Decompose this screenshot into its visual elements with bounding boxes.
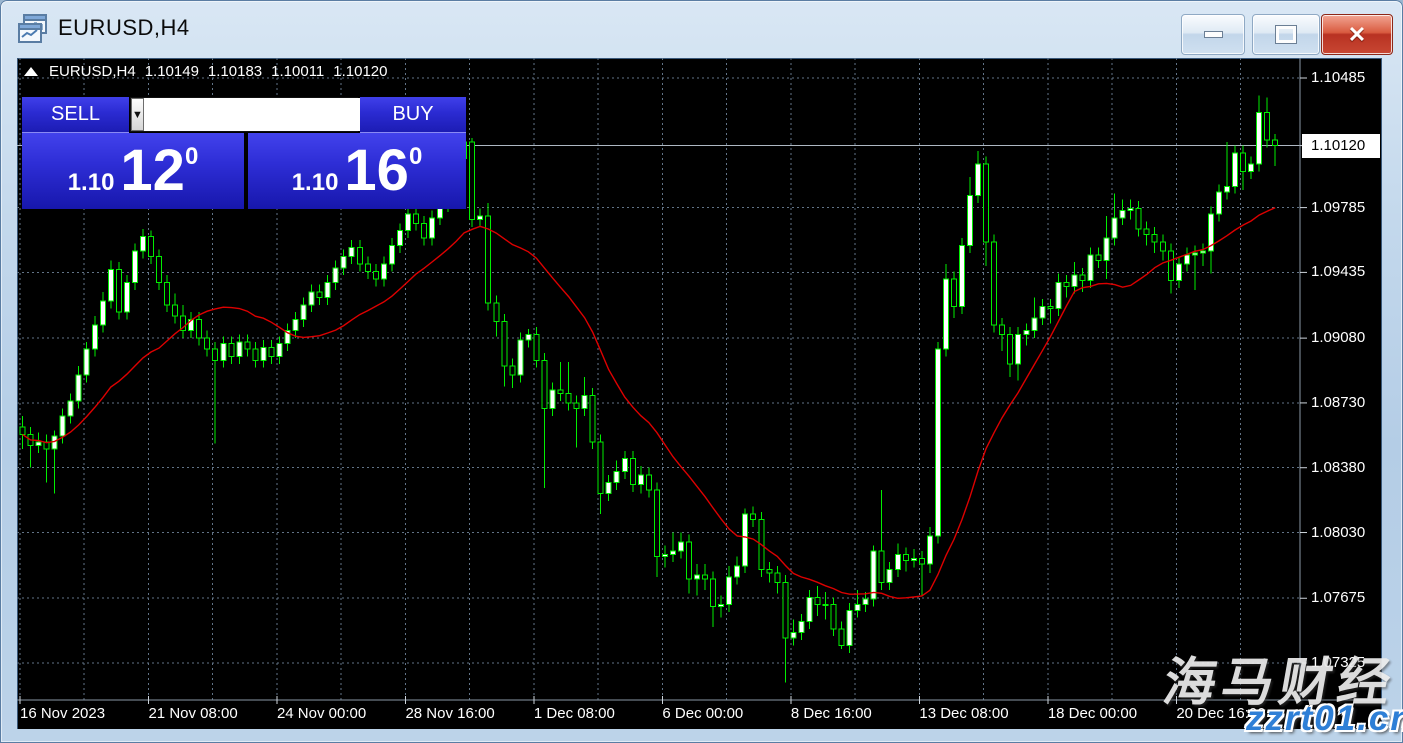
sell-price-point: 0 bbox=[185, 143, 198, 171]
price-tick-label: 1.09785 bbox=[1311, 198, 1383, 218]
time-tick-label: 21 Nov 08:00 bbox=[148, 705, 237, 722]
one-click-trading-panel: SELL ▼ ▲ BUY 1.10 12 0 1.10 16 0 bbox=[22, 97, 466, 209]
sell-button[interactable]: SELL bbox=[22, 97, 129, 133]
price-tick-label: 1.08380 bbox=[1311, 458, 1383, 478]
watermark-url-text: zzrt01.cn bbox=[1246, 699, 1403, 739]
time-tick-label: 28 Nov 16:00 bbox=[405, 705, 494, 722]
time-tick-label: 16 Nov 2023 bbox=[20, 705, 105, 722]
price-tick-label: 1.08730 bbox=[1311, 393, 1383, 413]
price-tick-label: 1.09435 bbox=[1311, 262, 1383, 282]
info-high: 1.10183 bbox=[208, 63, 262, 80]
time-tick-label: 13 Dec 08:00 bbox=[919, 705, 1008, 722]
price-tick-label: 1.08030 bbox=[1311, 523, 1383, 543]
buy-price-point: 0 bbox=[409, 143, 422, 171]
bid-price-tag: 1.10120 bbox=[1302, 134, 1380, 158]
time-tick-label: 18 Dec 00:00 bbox=[1048, 705, 1137, 722]
info-low: 1.10011 bbox=[271, 63, 324, 80]
info-open: 1.10149 bbox=[145, 63, 199, 80]
buy-price-pips: 16 bbox=[344, 142, 409, 200]
sell-price-pips: 12 bbox=[120, 142, 185, 200]
sell-price-major: 1.10 bbox=[68, 169, 115, 197]
time-tick-label: 8 Dec 16:00 bbox=[791, 705, 872, 722]
buy-price-button[interactable]: 1.10 16 0 bbox=[248, 133, 466, 209]
buy-price-major: 1.10 bbox=[292, 169, 339, 197]
collapse-panel-icon[interactable] bbox=[24, 67, 38, 76]
volume-stepper: ▼ ▲ bbox=[130, 97, 358, 132]
info-symbol: EURUSD,H4 bbox=[49, 63, 136, 80]
volume-decrease-button[interactable]: ▼ bbox=[131, 98, 144, 131]
price-tick-label: 1.07675 bbox=[1311, 588, 1383, 608]
ohlc-info-bar: EURUSD,H4 1.10149 1.10183 1.10011 1.1012… bbox=[24, 63, 388, 80]
time-tick-label: 24 Nov 00:00 bbox=[277, 705, 366, 722]
time-tick-label: 6 Dec 00:00 bbox=[662, 705, 743, 722]
time-tick-label: 1 Dec 08:00 bbox=[534, 705, 615, 722]
sell-price-button[interactable]: 1.10 12 0 bbox=[22, 133, 244, 209]
price-tick-label: 1.10485 bbox=[1311, 68, 1383, 88]
info-close: 1.10120 bbox=[333, 63, 387, 80]
price-tick-label: 1.09080 bbox=[1311, 328, 1383, 348]
mt4-chart-window: EURUSD,H4 ✕ EURUSD,H4 1.10149 1.10183 1.… bbox=[0, 0, 1403, 743]
buy-button[interactable]: BUY bbox=[360, 97, 466, 133]
